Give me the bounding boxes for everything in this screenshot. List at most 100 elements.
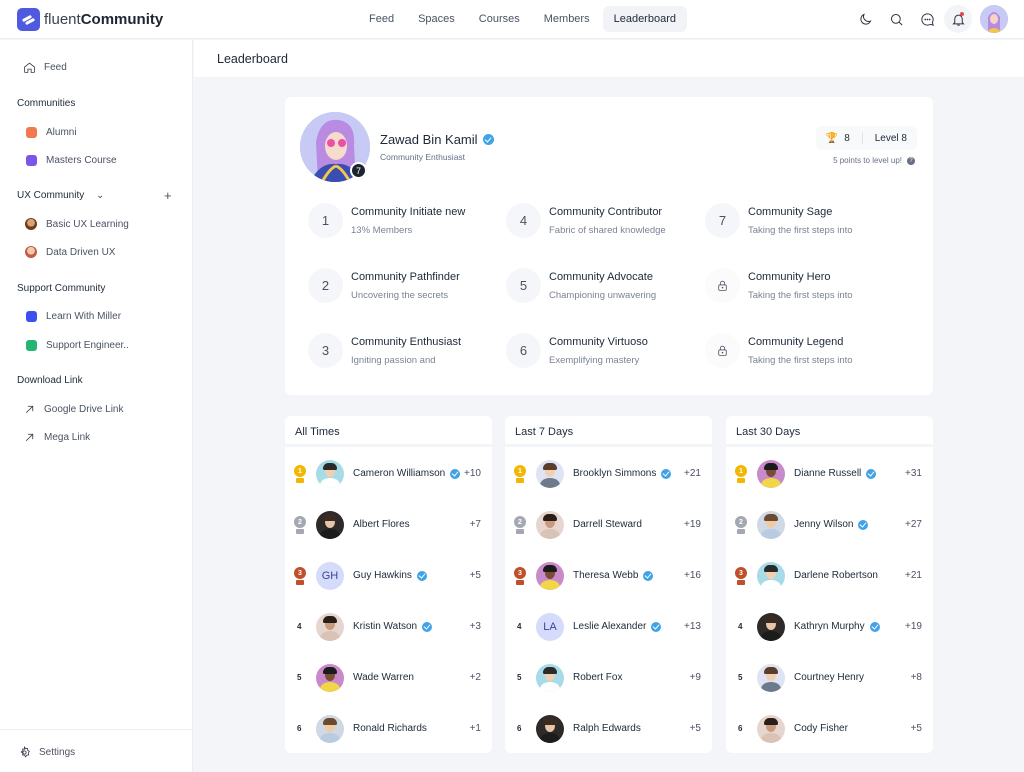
member-name[interactable]: Kathryn Murphy bbox=[794, 621, 880, 632]
member-points: +13 bbox=[684, 621, 701, 632]
member-name[interactable]: Brooklyn Simmons bbox=[573, 468, 672, 479]
member-avatar[interactable] bbox=[757, 664, 785, 692]
member-avatar[interactable] bbox=[536, 562, 564, 590]
nav-spaces[interactable]: Spaces bbox=[407, 6, 466, 32]
member-points: +21 bbox=[684, 468, 701, 479]
leaderboard-row[interactable]: 4 LA Leslie Alexander +13 bbox=[505, 607, 712, 647]
member-name[interactable]: Darlene Robertson bbox=[794, 570, 878, 581]
search-icon bbox=[890, 13, 902, 25]
member-avatar[interactable] bbox=[757, 613, 785, 641]
sidebar-item-basic-ux-learning[interactable]: Basic UX Learning bbox=[24, 217, 129, 231]
leaderboard-row[interactable]: 4 Kristin Watson +3 bbox=[285, 607, 492, 647]
member-avatar[interactable] bbox=[316, 460, 344, 488]
silver-medal-icon: 2 bbox=[294, 516, 306, 535]
member-name-text: Cody Fisher bbox=[794, 723, 848, 734]
profile-name[interactable]: Zawad Bin Kamil bbox=[380, 132, 494, 147]
member-name[interactable]: Dianne Russell bbox=[794, 468, 877, 479]
member-name[interactable]: Cameron Williamson bbox=[353, 468, 461, 479]
leaderboard-row[interactable]: 2 Jenny Wilson +27 bbox=[726, 505, 933, 545]
user-avatar[interactable] bbox=[980, 5, 1008, 33]
notifications-button[interactable] bbox=[944, 5, 972, 33]
page-header: Leaderboard bbox=[194, 40, 1024, 77]
member-name[interactable]: Kristin Watson bbox=[353, 621, 433, 632]
sidebar-item-alumni[interactable]: Alumni bbox=[24, 125, 77, 139]
leaderboard-row[interactable]: 3 GH Guy Hawkins +5 bbox=[285, 556, 492, 596]
member-name[interactable]: Wade Warren bbox=[353, 672, 414, 683]
leaderboard-row[interactable]: 6 Ralph Edwards +5 bbox=[505, 709, 712, 749]
leaderboard-row[interactable]: 2 Albert Flores +7 bbox=[285, 505, 492, 545]
verified-icon bbox=[858, 519, 869, 530]
member-name[interactable]: Jenny Wilson bbox=[794, 519, 869, 530]
member-name[interactable]: Ralph Edwards bbox=[573, 723, 641, 734]
member-name[interactable]: Theresa Webb bbox=[573, 570, 654, 581]
messages-button[interactable] bbox=[913, 5, 941, 33]
leaderboard-row[interactable]: 1 Dianne Russell +31 bbox=[726, 454, 933, 494]
member-avatar[interactable]: LA bbox=[536, 613, 564, 641]
member-name[interactable]: Darrell Steward bbox=[573, 519, 642, 530]
leaderboard-row[interactable]: 6 Cody Fisher +5 bbox=[726, 709, 933, 749]
member-name[interactable]: Robert Fox bbox=[573, 672, 622, 683]
member-name[interactable]: Cody Fisher bbox=[794, 723, 848, 734]
sidebar-item-masters-course[interactable]: Masters Course bbox=[24, 153, 117, 167]
level-item-locked: Community Hero Taking the first steps in… bbox=[705, 266, 895, 306]
member-avatar[interactable] bbox=[757, 511, 785, 539]
member-name[interactable]: Guy Hawkins bbox=[353, 570, 427, 581]
dark-mode-button[interactable] bbox=[851, 5, 879, 33]
leaderboard-row[interactable]: 1 Brooklyn Simmons +21 bbox=[505, 454, 712, 494]
sidebar-item-feed[interactable]: Feed bbox=[22, 60, 67, 74]
member-avatar[interactable]: GH bbox=[316, 562, 344, 590]
home-icon bbox=[22, 60, 36, 74]
member-avatar[interactable] bbox=[316, 664, 344, 692]
leaderboard-row[interactable]: 3 Theresa Webb +16 bbox=[505, 556, 712, 596]
nav-members[interactable]: Members bbox=[533, 6, 601, 32]
settings-button[interactable]: Settings bbox=[17, 745, 75, 759]
logo[interactable]: fluentCommunity bbox=[17, 8, 163, 31]
info-icon[interactable]: ? bbox=[907, 156, 915, 165]
member-name[interactable]: Albert Flores bbox=[353, 519, 410, 530]
level-item: 1 Community Initiate new 13% Members bbox=[308, 201, 498, 241]
chevron-down-icon[interactable]: ⌄ bbox=[96, 190, 104, 201]
member-avatar[interactable] bbox=[536, 460, 564, 488]
sidebar-item-mega-link[interactable]: Mega Link bbox=[22, 430, 90, 444]
member-avatar[interactable] bbox=[536, 511, 564, 539]
leaderboard-row[interactable]: 5 Wade Warren +2 bbox=[285, 658, 492, 698]
verified-icon bbox=[866, 468, 877, 479]
add-space-button[interactable]: + bbox=[164, 188, 172, 203]
member-avatar[interactable] bbox=[316, 715, 344, 743]
nav-leaderboard[interactable]: Leaderboard bbox=[602, 6, 687, 32]
medal-ribbon bbox=[737, 580, 745, 585]
leaderboard-row[interactable]: 4 Kathryn Murphy +19 bbox=[726, 607, 933, 647]
leaderboard-row[interactable]: 5 Robert Fox +9 bbox=[505, 658, 712, 698]
member-avatar[interactable] bbox=[757, 715, 785, 743]
member-name[interactable]: Leslie Alexander bbox=[573, 621, 662, 632]
member-name[interactable]: Courtney Henry bbox=[794, 672, 864, 683]
moon-icon bbox=[859, 13, 871, 25]
leaderboard-row[interactable]: 2 Darrell Steward +19 bbox=[505, 505, 712, 545]
external-link-arrow-icon bbox=[22, 402, 36, 416]
nav-courses[interactable]: Courses bbox=[468, 6, 531, 32]
member-name[interactable]: Ronald Richards bbox=[353, 723, 427, 734]
leaderboard-row[interactable]: 5 Courtney Henry +8 bbox=[726, 658, 933, 698]
sidebar-item-learn-with-miller[interactable]: Learn With Miller bbox=[24, 309, 121, 323]
member-avatar[interactable] bbox=[757, 460, 785, 488]
search-button[interactable] bbox=[882, 5, 910, 33]
level-title: Community Pathfinder bbox=[351, 271, 460, 283]
member-avatar[interactable] bbox=[316, 613, 344, 641]
level-badge: 7 bbox=[350, 162, 367, 179]
leaderboard-row[interactable]: 6 Ronald Richards +1 bbox=[285, 709, 492, 749]
member-avatar[interactable] bbox=[316, 511, 344, 539]
member-name-text: Courtney Henry bbox=[794, 672, 865, 683]
leaderboard-row[interactable]: 3 Darlene Robertson +21 bbox=[726, 556, 933, 596]
member-avatar[interactable] bbox=[536, 664, 564, 692]
nav-feed[interactable]: Feed bbox=[358, 6, 405, 32]
verified-icon bbox=[450, 468, 461, 479]
lock-icon bbox=[705, 333, 740, 368]
sidebar-item-data-driven-ux[interactable]: Data Driven UX bbox=[24, 245, 115, 259]
leaderboard-row[interactable]: 1 Cameron Williamson +10 bbox=[285, 454, 492, 494]
sidebar-item-support-engineer[interactable]: Support Engineer.. bbox=[24, 338, 129, 352]
sidebar-item-google-drive-link[interactable]: Google Drive Link bbox=[22, 402, 123, 416]
member-avatar[interactable] bbox=[536, 715, 564, 743]
member-avatar[interactable] bbox=[757, 562, 785, 590]
level-hint-text: 5 points to level up! bbox=[833, 156, 902, 165]
section-heading-ux-community[interactable]: UX Community bbox=[17, 190, 84, 201]
